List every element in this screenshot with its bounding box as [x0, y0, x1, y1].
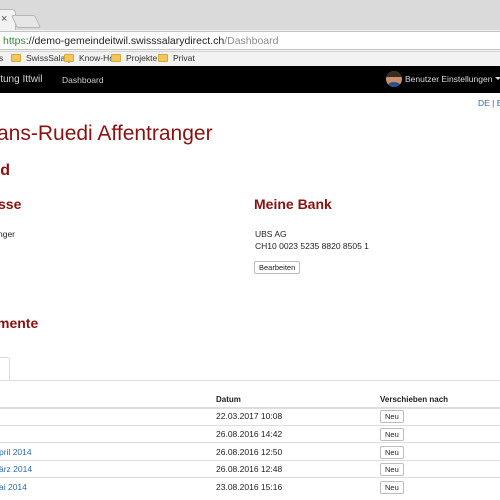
row-divider [0, 442, 500, 443]
row-divider [0, 477, 500, 478]
move-new-button[interactable]: Neu [380, 428, 404, 441]
folder-icon [11, 54, 21, 62]
close-icon[interactable]: × [1, 13, 7, 25]
move-new-button[interactable]: Neu [380, 463, 404, 476]
documents-heading: mente [0, 315, 39, 331]
folder-icon [111, 54, 121, 62]
table-header-divider [0, 407, 500, 409]
document-date: 22.03.2017 10:08 [216, 411, 283, 421]
edit-bank-button[interactable]: Bearbeiten [254, 261, 301, 274]
url-separator: :// [25, 35, 35, 47]
url-host: demo-gemeindeitwil.swisssalarydirect.ch [34, 35, 225, 47]
folder-icon [64, 54, 74, 62]
browser-toolbar: https://demo-gemeindeitwil.swisssalarydi… [0, 30, 500, 52]
column-header-move: Verschieben nach [380, 395, 449, 404]
document-link[interactable]: ai 2014 [0, 482, 27, 492]
user-settings-menu[interactable]: Benutzer Einstellungen [405, 74, 500, 84]
folder-icon [158, 54, 168, 62]
bank-iban: CH10 0023 5235 8820 8505 1 [255, 241, 369, 251]
address-line: nger [0, 229, 16, 239]
page-title: ans-Ruedi Affentranger [0, 122, 213, 145]
documents-tab[interactable] [0, 357, 10, 381]
url-text: https://demo-gemeindeitwil.swisssalarydi… [3, 35, 278, 48]
document-date: 26.08.2016 12:48 [216, 464, 283, 474]
screen: × https://demo-gemeindeitwil.swisssalary… [0, 0, 500, 500]
bookmark-label: Privat [173, 53, 195, 63]
document-link[interactable]: ärz 2014 [0, 464, 32, 474]
move-new-button[interactable]: Neu [380, 410, 404, 423]
bookmark-partial[interactable]: s [0, 52, 3, 64]
address-bar[interactable]: https://demo-gemeindeitwil.swisssalarydi… [0, 31, 500, 50]
brand-link[interactable]: ltung Ittwil [0, 74, 42, 85]
nav-dashboard-link[interactable]: Dashboard [62, 75, 104, 85]
url-path: /Dashboard [224, 35, 279, 47]
column-header-date: Datum [216, 395, 241, 404]
page-subtitle: rd [0, 162, 10, 179]
bookmark-projekte[interactable]: Projekte [111, 52, 157, 64]
row-divider [0, 460, 500, 461]
bookmarks-bar: s SwissSalary Know-How Projekte Privat [0, 52, 500, 66]
lang-separator: | [489, 98, 497, 108]
document-date: 23.08.2016 15:16 [216, 482, 283, 492]
address-heading: sse [0, 196, 22, 212]
url-scheme: https [3, 35, 26, 47]
lang-de-link[interactable]: DE [478, 98, 490, 108]
document-date: 26.08.2016 14:42 [216, 429, 283, 439]
bookmark-label: Projekte [126, 53, 158, 63]
tabs-divider [0, 380, 500, 381]
avatar[interactable] [386, 71, 402, 87]
document-date: 26.08.2016 12:50 [216, 447, 283, 457]
language-switch: DE | E [478, 98, 500, 108]
bookmark-privat[interactable]: Privat [158, 52, 195, 64]
caret-down-icon [495, 77, 500, 80]
move-new-button[interactable]: Neu [380, 481, 404, 494]
app-navbar: ltung Ittwil Dashboard Benutzer Einstell… [0, 66, 500, 93]
move-new-button[interactable]: Neu [380, 446, 404, 459]
row-divider [0, 425, 500, 426]
document-link[interactable]: pril 2014 [0, 447, 32, 457]
new-tab-button[interactable] [10, 15, 42, 28]
bank-name: UBS AG [255, 229, 287, 239]
browser-tabstrip: × [0, 0, 500, 30]
user-settings-label: Benutzer Einstellungen [405, 74, 493, 84]
bank-heading: Meine Bank [254, 196, 332, 212]
